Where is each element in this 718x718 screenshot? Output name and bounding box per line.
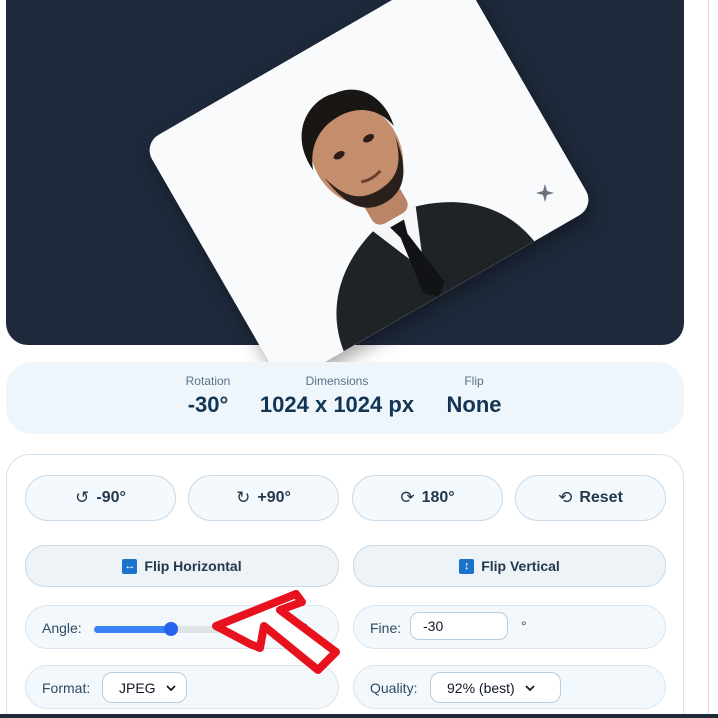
flip-vertical-button[interactable]: ↕ Flip Vertical [353,545,666,587]
degree-unit: ° [521,618,527,634]
quality-label: Quality: [370,680,418,696]
reset-button[interactable]: ⟲ Reset [515,475,666,521]
dimensions-label: Dimensions [305,374,369,388]
page-edge [708,0,709,718]
quality-select[interactable]: 92% (best) [430,672,561,703]
dimensions-stat: Dimensions 1024 x 1024 px [247,374,427,418]
angle-label: Angle: [42,620,82,636]
rotate-180-icon: ⟳ [400,488,415,507]
chevron-down-icon [525,684,535,691]
bottom-rule [0,714,718,718]
rotate-cw-icon: ↻ [236,488,251,507]
format-label: Format: [42,680,91,696]
reset-icon: ⟲ [558,488,573,507]
rotate-180-button[interactable]: ⟳ 180° [352,475,503,521]
rotation-label: Rotation [185,374,231,388]
flip-horizontal-label: Flip Horizontal [144,558,242,574]
flip-horizontal-icon: ↔ [122,558,138,574]
format-selected-value: JPEG [119,679,156,696]
portrait-photo [143,0,595,387]
angle-slider-thumb[interactable] [164,622,179,636]
flip-stat: Flip None [438,374,510,418]
chevron-down-icon [165,684,176,691]
rotate-right-label: +90° [257,489,291,506]
angle-slider-fill [94,626,172,633]
rotated-photo [143,0,595,387]
format-select[interactable]: JPEG [102,672,187,703]
flip-vertical-icon: ↕ [459,558,475,574]
quality-row: Quality: 92% (best) [353,665,666,709]
flip-vertical-label: Flip Vertical [481,558,560,574]
sparkle-icon [536,184,554,202]
rotate-right-button[interactable]: ↻ +90° [188,475,339,521]
flip-label: Flip [464,374,484,388]
image-info-bar: Rotation -30° Dimensions 1024 x 1024 px … [6,362,684,434]
fine-label: Fine: [370,620,402,636]
fine-row: Fine: ° [353,605,666,649]
dimensions-value: 1024 x 1024 px [259,392,415,417]
rotation-value: -30° [187,392,229,417]
reset-label: Reset [579,489,623,506]
rotate-left-button[interactable]: ↺ -90° [25,475,176,521]
rotate-180-label: 180° [421,489,455,506]
rotate-left-label: -90° [96,489,126,506]
fine-angle-input[interactable] [410,612,508,640]
annotation-arrow-icon [212,590,340,674]
rotation-stat: Rotation -30° [176,374,240,418]
rotate-ccw-icon: ↺ [75,488,90,507]
quality-selected-value: 92% (best) [447,679,515,696]
flip-value: None [446,392,502,417]
image-preview [6,0,684,387]
